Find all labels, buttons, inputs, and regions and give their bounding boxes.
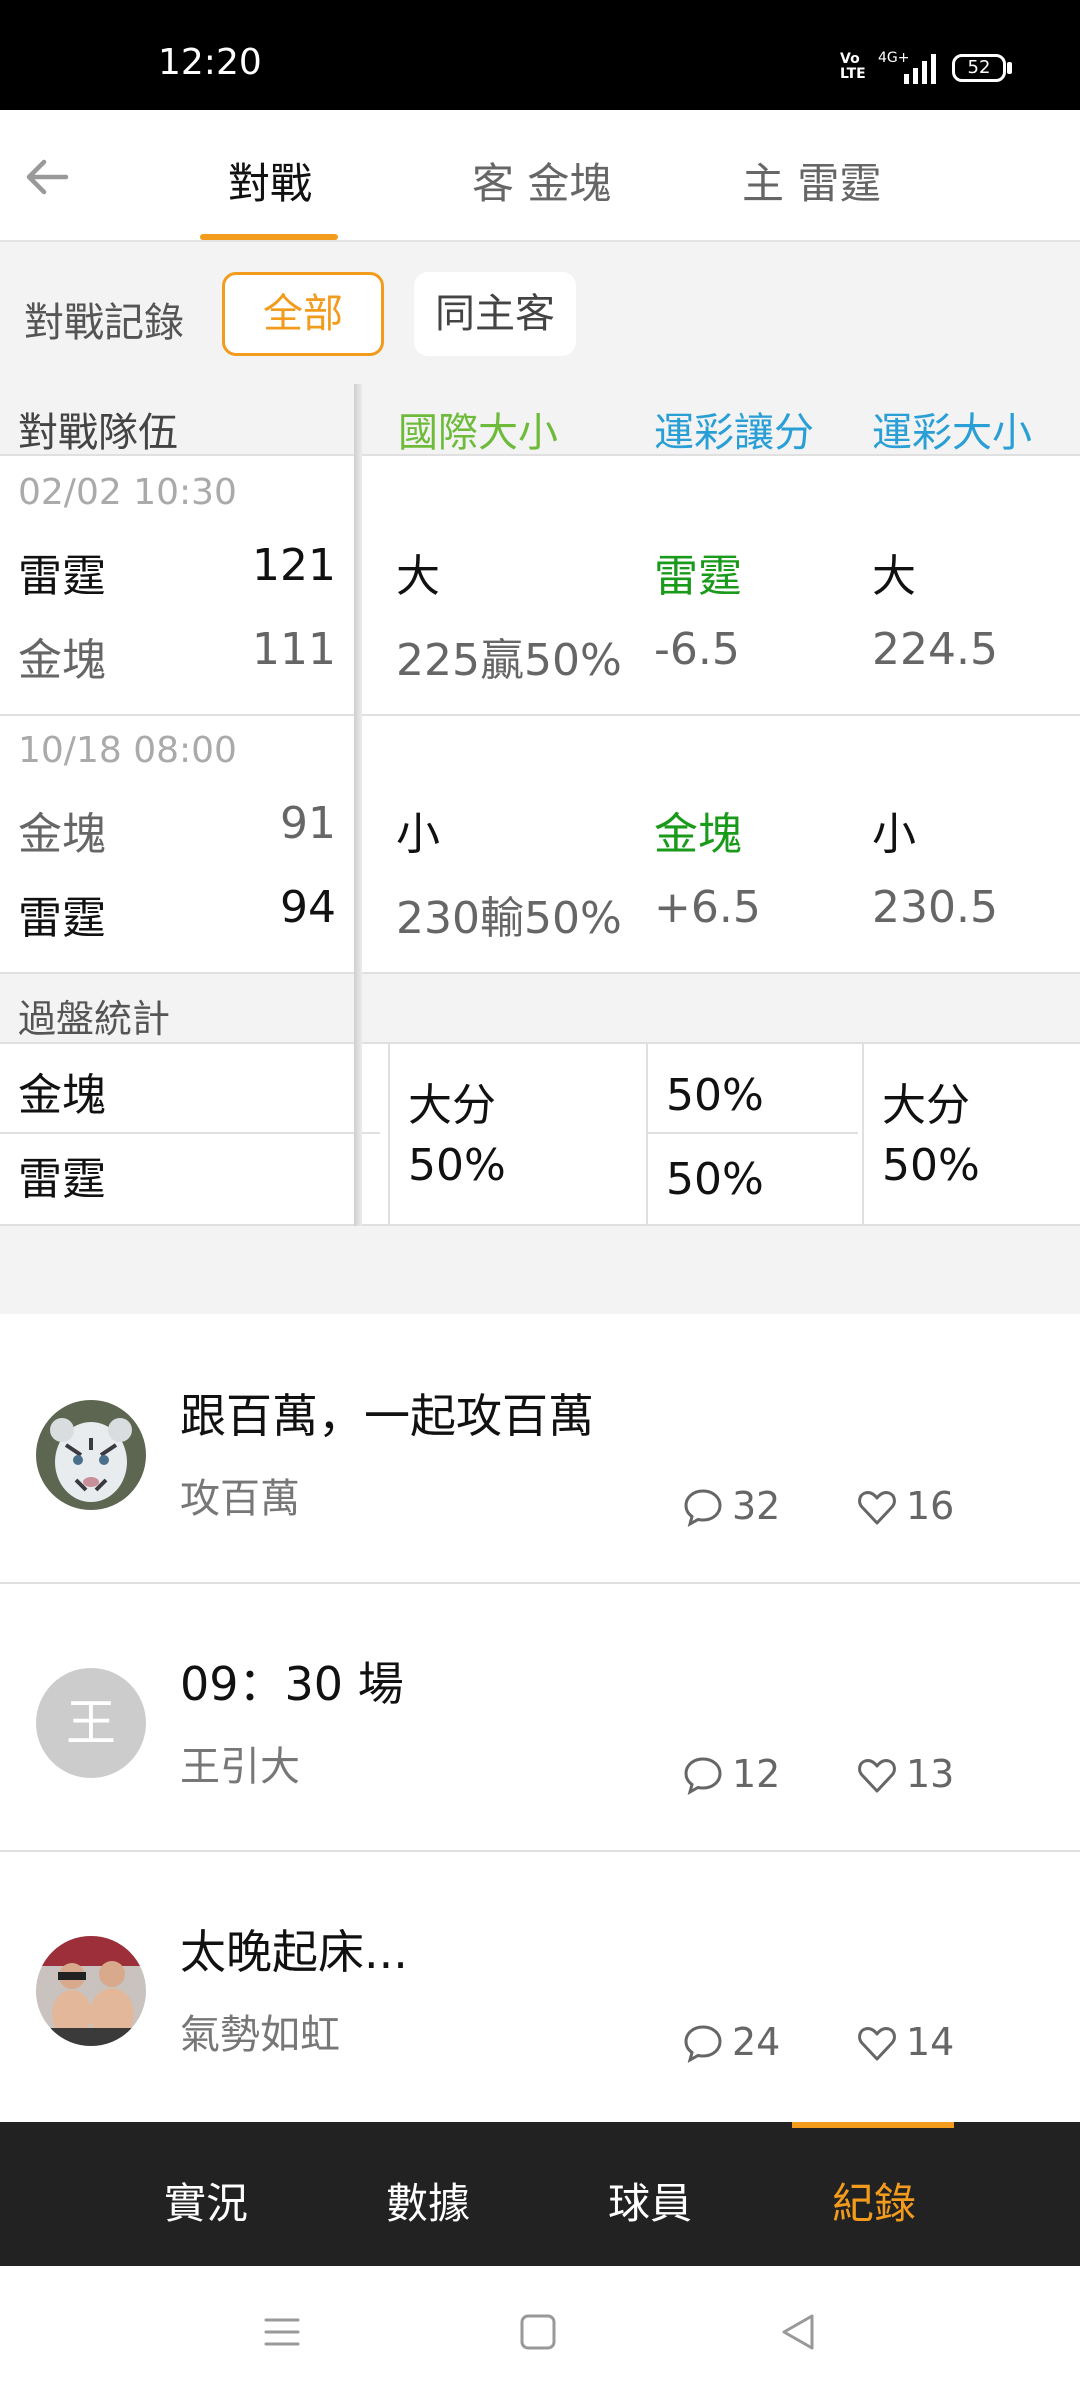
like-count: 13 <box>906 1752 955 1796</box>
avatar[interactable] <box>36 1936 146 2046</box>
post-author[interactable]: 氣勢如虹 <box>180 2002 340 2060</box>
frozen-column-shadow <box>354 384 362 1226</box>
nav-live[interactable]: 實況 <box>164 2170 248 2231</box>
post-author[interactable]: 攻百萬 <box>180 1466 300 1524</box>
heart-icon[interactable] <box>856 2022 898 2064</box>
stats-spread-pct2: 50% <box>666 1154 764 1205</box>
back-arrow-icon[interactable] <box>22 152 72 202</box>
stats-team1: 金塊 <box>18 1070 106 1121</box>
match-date: 02/02 10:30 <box>18 472 237 513</box>
divider <box>648 1132 858 1134</box>
total-result: 大 <box>872 551 916 602</box>
avatar[interactable] <box>36 1400 146 1510</box>
divider <box>862 1044 864 1224</box>
intl-result: 大 <box>396 551 440 602</box>
match-score2: 111 <box>252 624 336 675</box>
match-date: 10/18 08:00 <box>18 730 237 771</box>
post-title[interactable]: 09：30 場 <box>180 1648 404 1714</box>
heart-icon[interactable] <box>856 1754 898 1796</box>
comment-icon <box>684 1757 722 1796</box>
total-line: 230.5 <box>872 882 998 933</box>
column-header-total[interactable]: 運彩大小 <box>872 400 1032 458</box>
match-team2: 雷霆 <box>18 893 106 944</box>
tab-away-team[interactable]: 客 金塊 <box>472 150 611 211</box>
nav-records[interactable]: 紀錄 <box>832 2170 916 2231</box>
tab-home-team[interactable]: 主 雷霆 <box>742 150 881 211</box>
stats-intl-pct: 50% <box>408 1140 506 1191</box>
intl-result: 小 <box>396 809 440 860</box>
post-title[interactable]: 跟百萬，一起攻百萬 <box>180 1380 594 1446</box>
home-icon[interactable] <box>518 2312 558 2352</box>
stats-intl-label: 大分 <box>408 1080 496 1131</box>
comment-icon <box>684 2025 722 2064</box>
avatar[interactable]: 王 <box>36 1668 146 1778</box>
spread-line: +6.5 <box>654 882 761 933</box>
total-result: 小 <box>872 809 916 860</box>
match-team1: 雷霆 <box>18 551 106 602</box>
menu-icon[interactable] <box>262 2312 302 2352</box>
divider <box>0 972 1080 974</box>
match-team1: 金塊 <box>18 809 106 860</box>
match-score1: 121 <box>252 540 336 591</box>
bottom-nav-active-indicator <box>792 2122 954 2128</box>
match-team2: 金塊 <box>18 635 106 686</box>
column-header-intl-over-under[interactable]: 國際大小 <box>398 400 558 458</box>
column-header-teams: 對戰隊伍 <box>18 410 178 456</box>
tab-matchup[interactable]: 對戰 <box>228 150 312 211</box>
comment-count: 32 <box>732 1484 781 1528</box>
divider <box>0 1224 1080 1226</box>
match-score2: 94 <box>280 882 336 933</box>
post-author[interactable]: 王引大 <box>180 1734 300 1792</box>
post-item[interactable] <box>0 1852 1080 2122</box>
post-title[interactable]: 太晚起床... <box>180 1916 408 1982</box>
stats-spread-pct1: 50% <box>666 1070 764 1121</box>
divider <box>388 1044 390 1224</box>
intl-line: 230輸50% <box>396 893 622 944</box>
volte-indicator: Vo LTE <box>840 51 866 82</box>
back-icon[interactable] <box>778 2312 818 2352</box>
stats-team2: 雷霆 <box>18 1154 106 1205</box>
spread-line: -6.5 <box>654 624 740 675</box>
total-line: 224.5 <box>872 624 998 675</box>
signal-icon <box>904 54 936 84</box>
intl-line: 225贏50% <box>396 635 622 686</box>
divider <box>0 1132 380 1134</box>
like-count: 14 <box>906 2020 955 2064</box>
bottom-nav <box>0 2122 1080 2266</box>
column-header-spread[interactable]: 運彩讓分 <box>654 400 814 458</box>
stats-total-pct: 50% <box>882 1140 980 1191</box>
spread-team: 金塊 <box>654 809 742 860</box>
status-time: 12:20 <box>158 42 262 83</box>
post-item[interactable] <box>0 1314 1080 1582</box>
stats-title: 過盤統計 <box>18 997 171 1041</box>
comment-count: 24 <box>732 2020 781 2064</box>
filter-label: 對戰記錄 <box>24 300 184 346</box>
comment-icon <box>684 1489 722 1528</box>
post-item[interactable] <box>0 1584 1080 1850</box>
nav-data[interactable]: 數據 <box>386 2170 470 2231</box>
stats-table <box>0 1044 1080 1224</box>
filter-all-button[interactable]: 全部 <box>222 272 384 356</box>
heart-icon[interactable] <box>856 1486 898 1528</box>
battery-tip <box>1007 62 1012 74</box>
stats-total-label: 大分 <box>882 1080 970 1131</box>
comment-count: 12 <box>732 1752 781 1796</box>
nav-players[interactable]: 球員 <box>608 2170 692 2231</box>
filter-same-home-away-button[interactable]: 同主客 <box>414 272 576 356</box>
divider <box>646 1044 648 1224</box>
match-score1: 91 <box>280 798 336 849</box>
battery-icon: 52 <box>952 54 1006 82</box>
spread-team: 雷霆 <box>654 551 742 602</box>
like-count: 16 <box>906 1484 955 1528</box>
